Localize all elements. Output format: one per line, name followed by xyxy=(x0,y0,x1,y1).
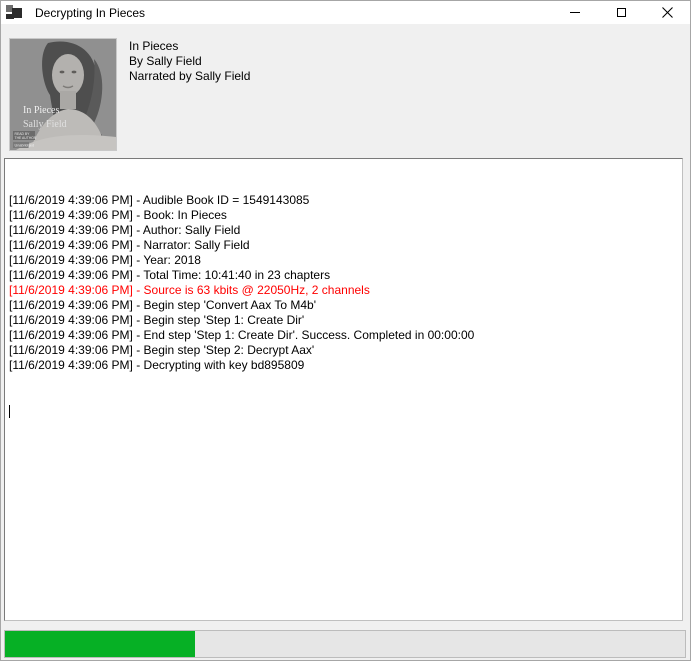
window-controls xyxy=(552,1,690,24)
maximize-button[interactable] xyxy=(598,1,644,24)
maximize-icon xyxy=(617,8,626,17)
app-icon-square-bar xyxy=(6,14,14,19)
log-line: [11/6/2019 4:39:06 PM] - Decrypting with… xyxy=(9,358,678,373)
book-title: In Pieces xyxy=(129,39,250,54)
book-narrator: Narrated by Sally Field xyxy=(129,69,250,84)
log-line: [11/6/2019 4:39:06 PM] - End step 'Step … xyxy=(9,328,678,343)
log-line: [11/6/2019 4:39:06 PM] - Begin step 'Con… xyxy=(9,298,678,313)
progress-bar xyxy=(4,630,686,658)
log-line: [11/6/2019 4:39:06 PM] - Year: 2018 xyxy=(9,253,678,268)
cover-author-text: Sally Field xyxy=(23,119,67,130)
log-lines: [11/6/2019 4:39:06 PM] - Audible Book ID… xyxy=(9,193,678,373)
log-line: [11/6/2019 4:39:06 PM] - Narrator: Sally… xyxy=(9,238,678,253)
log-line: [11/6/2019 4:39:06 PM] - Begin step 'Ste… xyxy=(9,343,678,358)
minimize-icon xyxy=(570,12,580,13)
title-bar[interactable]: Decrypting In Pieces xyxy=(1,1,690,24)
book-cover-art: In Pieces Sally Field READ BY THE AUTHOR… xyxy=(10,39,116,150)
book-cover-image: In Pieces Sally Field READ BY THE AUTHOR… xyxy=(9,38,117,151)
app-window: Decrypting In Pieces xyxy=(0,0,691,661)
log-line: [11/6/2019 4:39:06 PM] - Total Time: 10:… xyxy=(9,268,678,283)
cover-badge-line3: Unabridged xyxy=(15,144,35,148)
log-line: [11/6/2019 4:39:06 PM] - Source is 63 kb… xyxy=(9,283,678,298)
close-button[interactable] xyxy=(644,1,690,24)
window-title: Decrypting In Pieces xyxy=(35,6,145,20)
cover-title-text: In Pieces xyxy=(23,105,59,116)
close-icon xyxy=(662,7,673,18)
book-info: In Pieces By Sally Field Narrated by Sal… xyxy=(129,39,250,84)
log-output[interactable]: [11/6/2019 4:39:06 PM] - Audible Book ID… xyxy=(4,158,683,621)
log-line: [11/6/2019 4:39:06 PM] - Begin step 'Ste… xyxy=(9,313,678,328)
book-author: By Sally Field xyxy=(129,54,250,69)
log-line: [11/6/2019 4:39:06 PM] - Book: In Pieces xyxy=(9,208,678,223)
cover-badge-line2: THE AUTHOR xyxy=(15,136,37,140)
text-caret xyxy=(9,405,10,418)
app-icon xyxy=(6,4,22,20)
log-line: [11/6/2019 4:39:06 PM] - Audible Book ID… xyxy=(9,193,678,208)
minimize-button[interactable] xyxy=(552,1,598,24)
log-line: [11/6/2019 4:39:06 PM] - Author: Sally F… xyxy=(9,223,678,238)
progress-bar-fill xyxy=(5,631,195,657)
